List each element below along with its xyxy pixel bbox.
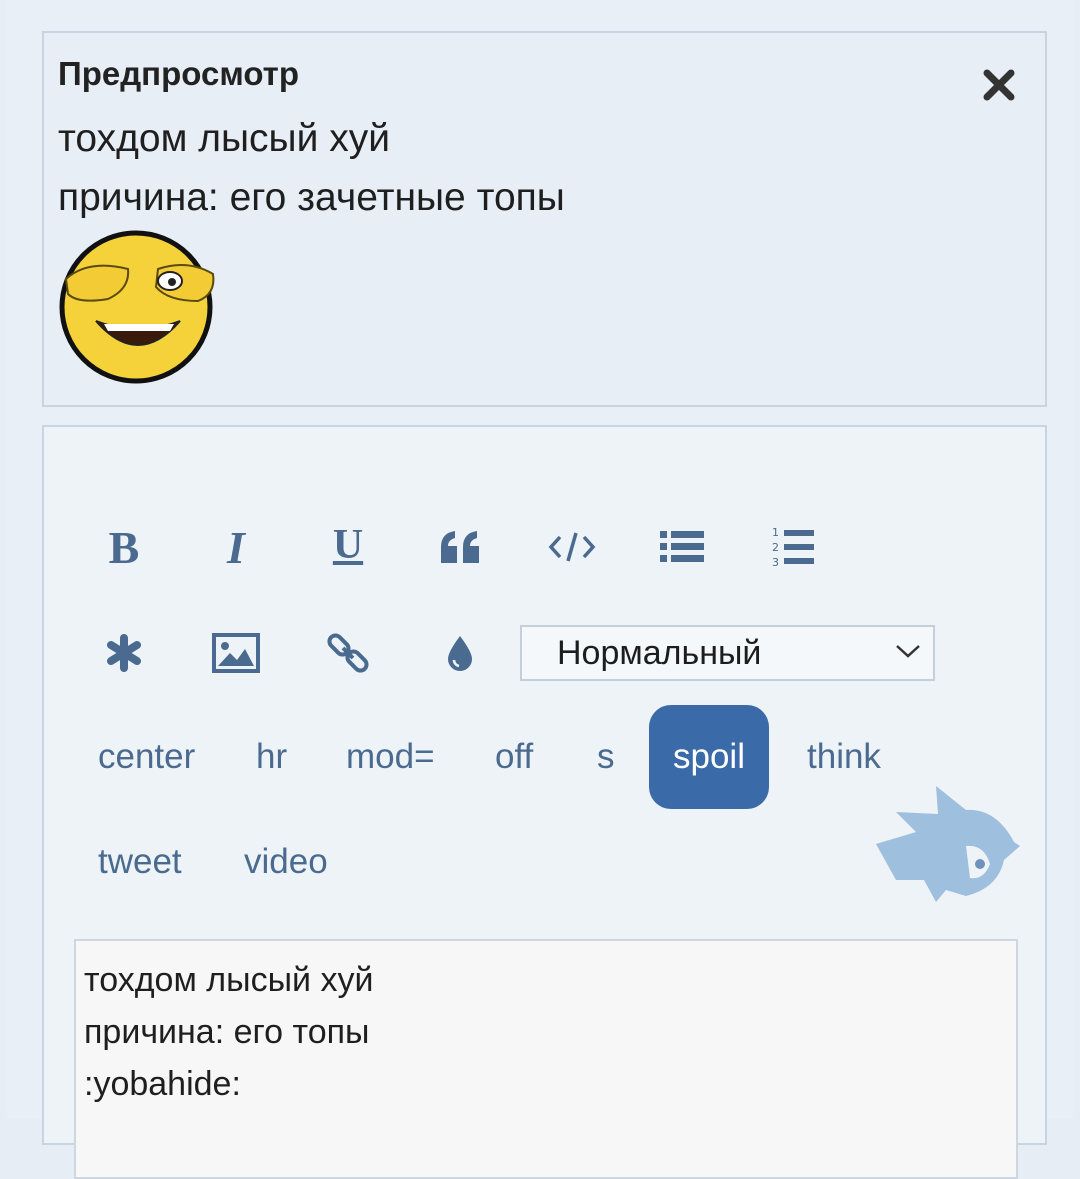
font-size-select[interactable]: Нормальный [520,625,935,681]
image-icon[interactable] [206,623,266,683]
page: Предпросмотр тохдом лысый хуй причина: е… [6,0,1074,1179]
yobahide-smiley-icon [58,229,218,385]
bold-label: B [108,521,140,573]
tag-s[interactable]: s [597,727,615,787]
underline-button[interactable]: U [318,515,378,575]
spoiler-asterisk-icon[interactable] [94,623,154,683]
chevron-down-icon [896,645,920,658]
italic-label: I [227,521,245,573]
preview-text-line: причина: его зачетные топы [58,176,565,219]
svg-text:2: 2 [772,541,779,554]
underline-label: U [332,522,364,568]
textarea-line: причина: его топы [84,1013,370,1051]
font-size-value: Нормальный [557,634,762,672]
tag-hr[interactable]: hr [256,727,287,787]
tag-video[interactable]: video [244,832,328,892]
textarea-line: :yobahide: [84,1065,241,1103]
tag-spoil[interactable]: spoil [649,705,769,809]
tag-think[interactable]: think [807,727,881,787]
tag-mod[interactable]: mod= [346,727,435,787]
tag-tweet[interactable]: tweet [98,832,182,892]
svg-text:1: 1 [772,526,779,539]
bold-button[interactable]: B [94,517,154,577]
link-icon[interactable] [318,623,378,683]
editor-panel: B I U 1 2 3 Нормальный center hr mod= of… [42,425,1047,1179]
quote-icon[interactable] [430,517,490,577]
ordered-list-icon[interactable]: 1 2 3 [764,517,824,577]
sonic-head-icon[interactable] [866,784,1022,904]
textarea-line: тохдом лысый хуй [84,961,374,999]
svg-text:3: 3 [772,556,779,569]
italic-button[interactable]: I [206,517,266,577]
list-icon[interactable] [652,517,712,577]
message-textarea[interactable]: тохдом лысый хуй причина: его топы :yoba… [74,939,1018,1179]
preview-text-line: тохдом лысый хуй [58,117,390,160]
tag-off[interactable]: off [495,727,533,787]
close-icon[interactable] [981,67,1017,103]
code-icon[interactable] [542,517,602,577]
color-drop-icon[interactable] [430,623,490,683]
preview-panel: Предпросмотр тохдом лысый хуй причина: е… [42,31,1047,407]
preview-title: Предпросмотр [58,55,299,92]
tag-center[interactable]: center [98,727,195,787]
